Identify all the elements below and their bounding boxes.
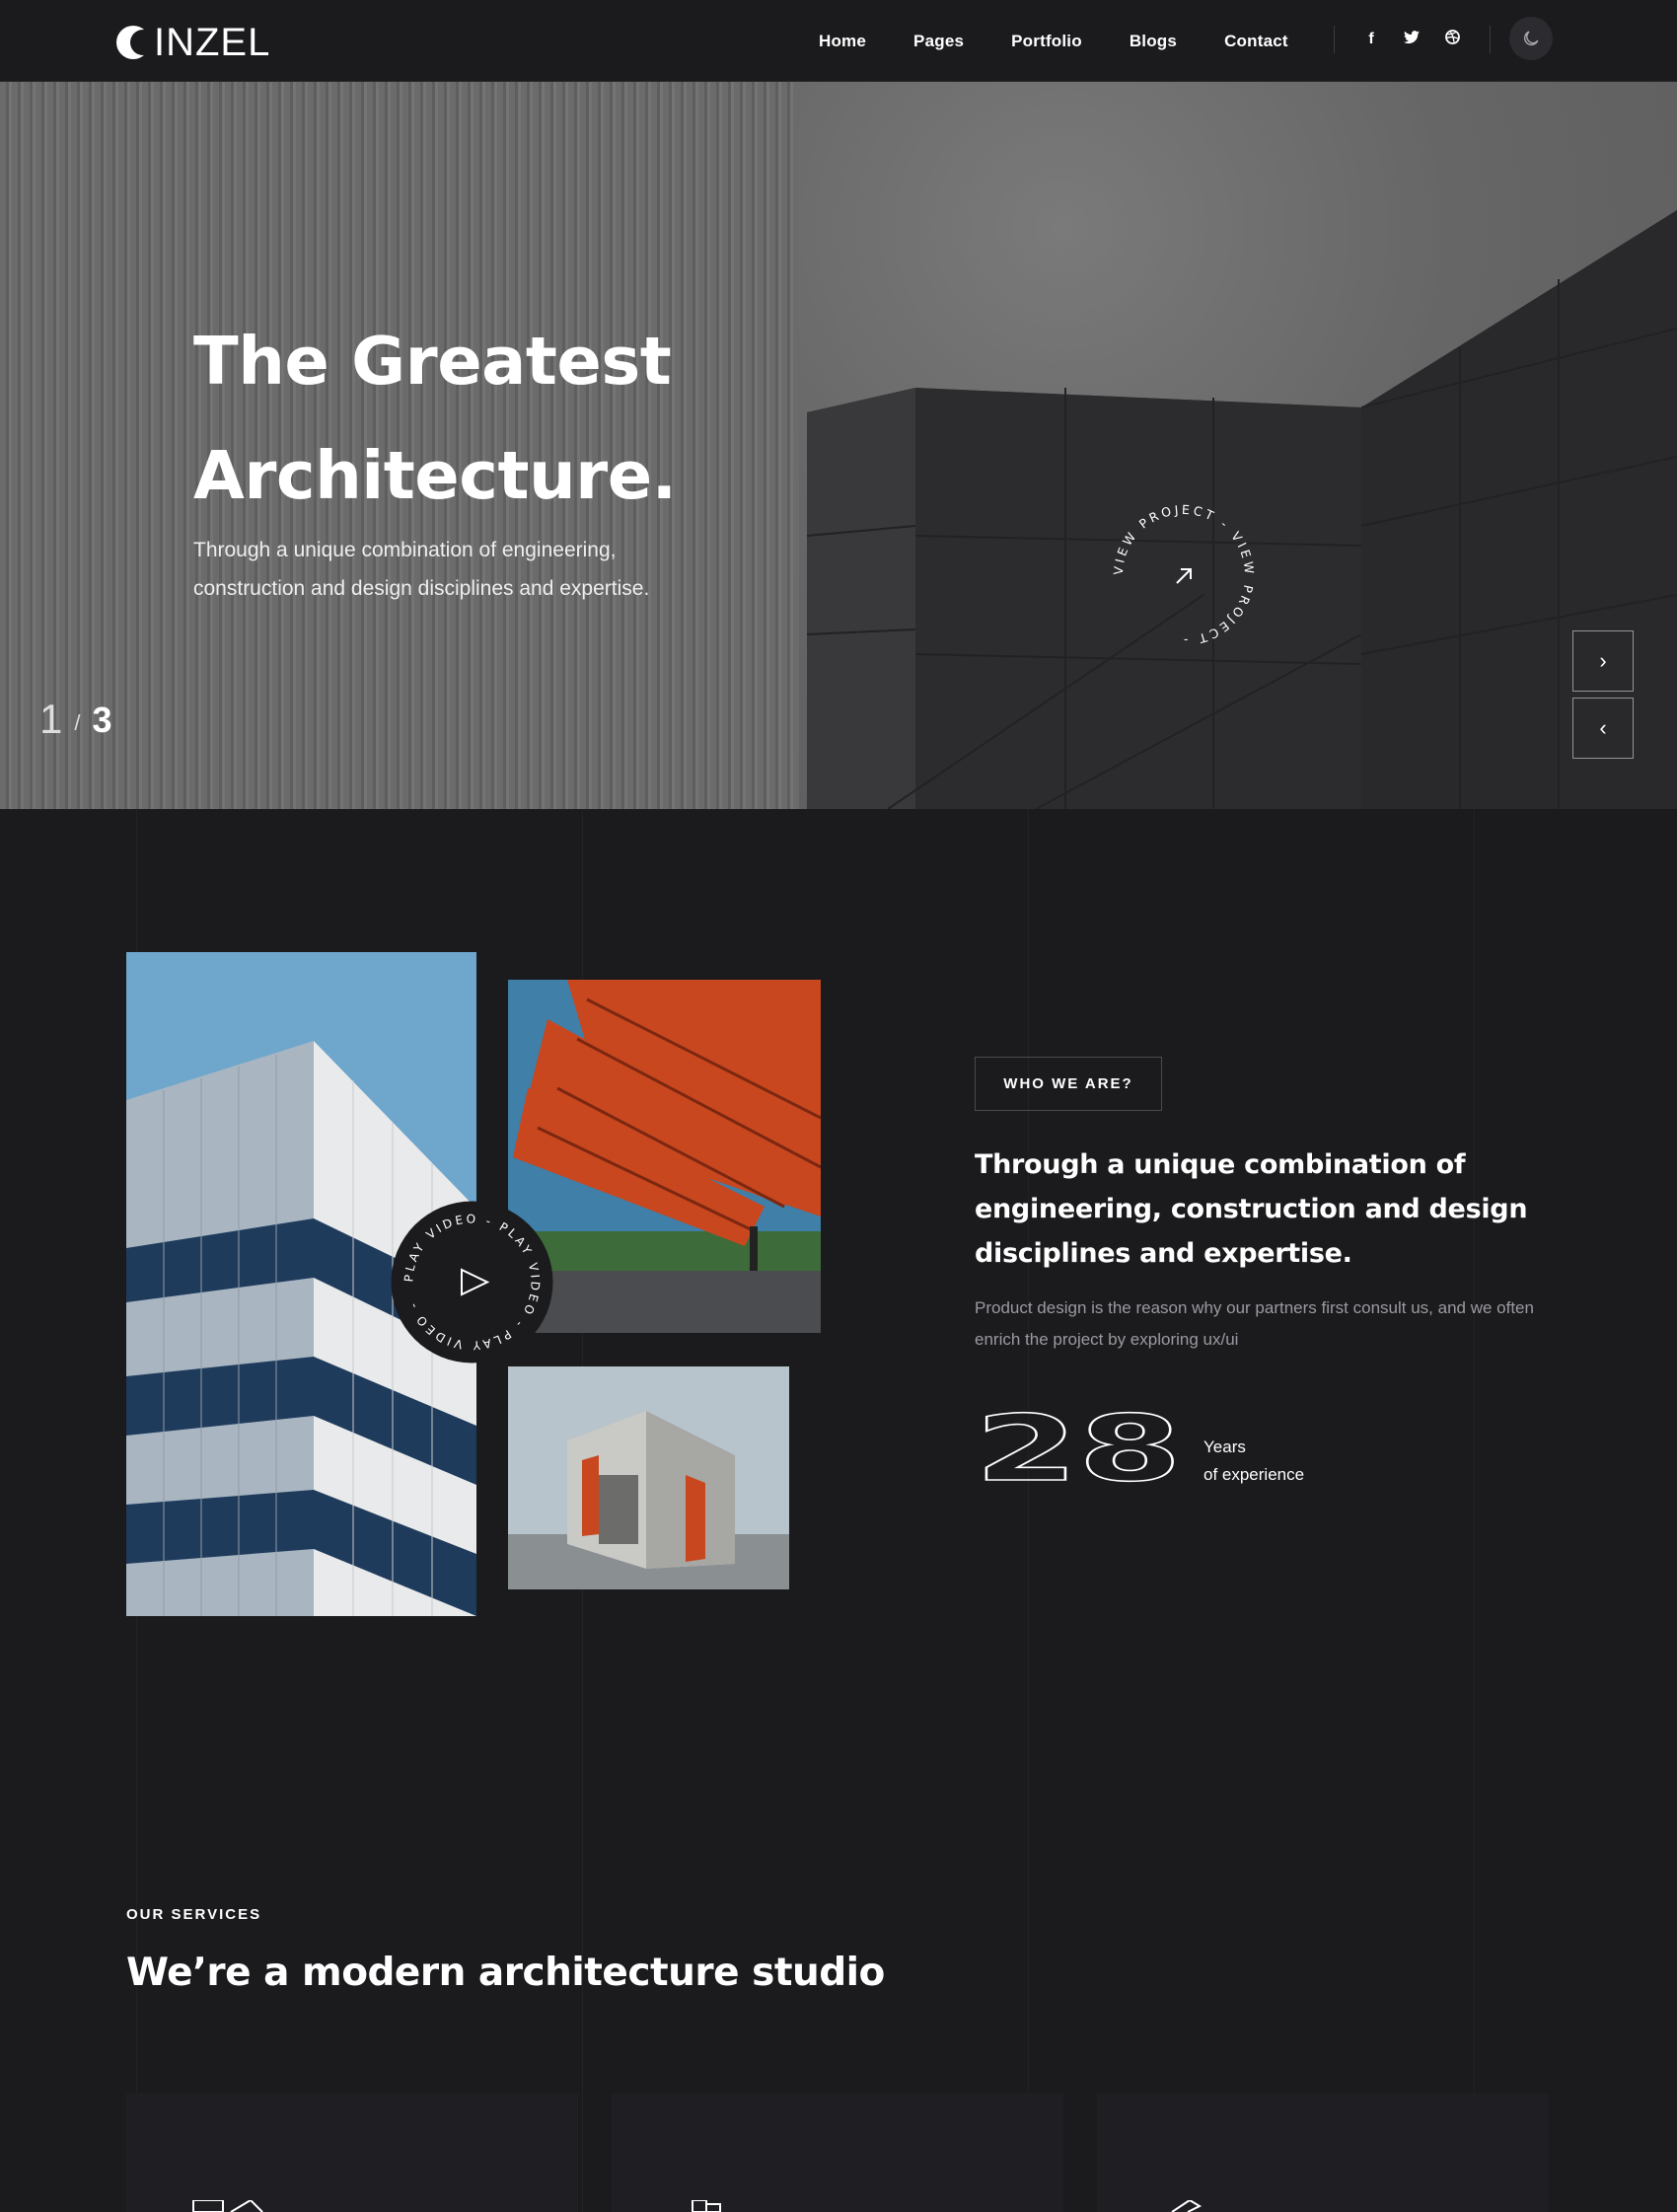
social-links: f [1361,26,1483,53]
facebook-icon[interactable]: f [1361,31,1381,48]
years-experience-number: 28 [974,1395,1187,1503]
view-project-badge[interactable]: VIEW PROJECT - VIEW PROJECT - [1105,496,1263,654]
slide-current: 1 [39,696,63,742]
hero-subtitle-line: construction and design disciplines and … [193,577,650,600]
nav-divider [1490,26,1491,53]
arrow-up-right-icon [1176,568,1192,584]
about-heading: Through a unique combination of engineer… [975,1149,1528,1269]
logo-text: INZEL [154,21,271,64]
dribbble-icon[interactable] [1442,30,1462,49]
page: INZEL Home Pages Portfolio Blogs Contact… [0,0,1677,2212]
moon-icon [1523,31,1539,46]
slide-total: 3 [92,700,112,740]
nav-item-pages[interactable]: Pages [913,32,964,51]
nav-item-contact[interactable]: Contact [1224,32,1288,51]
service-card[interactable] [612,2094,1063,2212]
slider-next-button[interactable]: › [1572,630,1634,692]
slide-counter: 1 / 3 [39,699,112,740]
top-navbar: INZEL Home Pages Portfolio Blogs Contact… [0,0,1677,82]
twitter-icon[interactable] [1402,30,1422,49]
chevron-left-icon: ‹ [1599,715,1607,740]
nav-divider [1334,26,1335,53]
pencil-ruler-icon [1171,2200,1203,2212]
logo[interactable]: INZEL [116,20,270,65]
slider-prev-button[interactable]: ‹ [1572,698,1634,759]
hero-title: The Greatest Architecture. [193,304,677,533]
services-title: We’re a modern architecture studio [126,1951,885,1995]
play-video-badge[interactable]: PLAY VIDEO - PLAY VIDEO - PLAY VIDEO - [391,1201,553,1364]
svg-text:28: 28 [975,1409,1182,1488]
theme-toggle-button[interactable] [1509,17,1553,60]
building-icon [692,2200,721,2212]
who-we-are-tag: WHO WE ARE? [975,1057,1162,1111]
hero-slider: The Greatest Architecture. Through a uni… [0,82,1677,809]
nav-item-blogs[interactable]: Blogs [1130,32,1177,51]
concrete-building-photo [508,1366,789,1589]
chevron-right-icon: › [1599,648,1607,673]
years-experience-label: Years of experience [1203,1438,1305,1484]
hero-subtitle: Through a unique combination of engineer… [193,531,746,608]
hero-title-line: Architecture. [193,437,677,514]
logo-mark-icon [116,24,156,61]
slide-separator: / [74,710,81,735]
about-paragraph: Product design is the reason why our par… [975,1298,1534,1349]
main-menu: Home Pages Portfolio Blogs Contact [819,24,1336,59]
orange-canopy-photo [508,980,821,1333]
service-card[interactable] [1097,2094,1549,2212]
services-kicker: OUR SERVICES [126,1906,262,1923]
nav-item-home[interactable]: Home [819,32,866,51]
blueprint-pencil-icon [192,2200,263,2212]
hero-title-line: The Greatest [193,323,672,400]
hero-subtitle-line: Through a unique combination of engineer… [193,539,617,561]
nav-item-portfolio[interactable]: Portfolio [1011,32,1082,51]
service-card[interactable] [126,2094,578,2212]
